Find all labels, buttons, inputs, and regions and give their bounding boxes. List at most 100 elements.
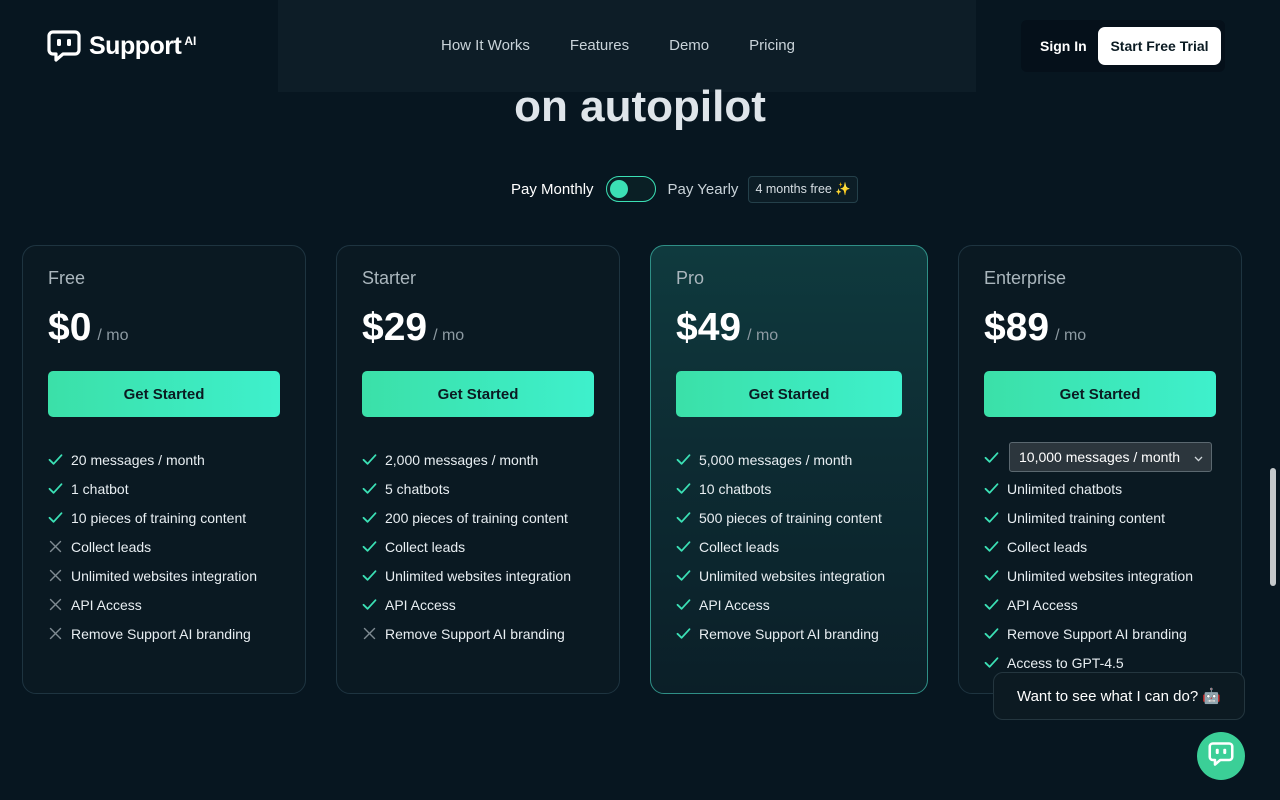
get-started-button-starter[interactable]: Get Started xyxy=(362,371,594,417)
check-icon xyxy=(676,510,691,525)
feature-item: Collect leads xyxy=(676,532,885,561)
check-icon xyxy=(362,539,377,554)
get-started-button-free[interactable]: Get Started xyxy=(48,371,280,417)
price-row: $29 / mo xyxy=(362,306,464,350)
nav-link-how-it-works[interactable]: How It Works xyxy=(441,37,530,54)
cross-icon xyxy=(48,539,63,554)
feature-item: 20 messages / month xyxy=(48,445,257,474)
feature-list: 2,000 messages / month 5 chatbots 200 piec… xyxy=(362,445,571,648)
feature-text: Unlimited training content xyxy=(1007,509,1165,526)
plan-card-free: Free $0 / mo Get Started 20 messages / m… xyxy=(22,245,306,694)
price-row: $49 / mo xyxy=(676,306,778,350)
cross-icon xyxy=(48,568,63,583)
plan-price: $0 xyxy=(48,306,92,349)
feature-list: 10,000 messages / month Unlimited chatbo… xyxy=(984,440,1213,677)
start-free-trial-button[interactable]: Start Free Trial xyxy=(1098,27,1221,65)
check-icon xyxy=(362,597,377,612)
check-icon xyxy=(676,452,691,467)
check-icon xyxy=(676,568,691,583)
page-scrollbar-thumb[interactable] xyxy=(1270,468,1276,586)
feature-text: 200 pieces of training content xyxy=(385,509,568,526)
cross-icon xyxy=(362,626,377,641)
feature-text: Remove Support AI branding xyxy=(1007,625,1187,642)
price-period: / mo xyxy=(1055,327,1087,344)
feature-item: Collect leads xyxy=(48,532,257,561)
feature-item: Remove Support AI branding xyxy=(984,619,1212,648)
feature-item: Collect leads xyxy=(984,532,1212,561)
feature-text: Unlimited chatbots xyxy=(1007,480,1123,497)
price-period: / mo xyxy=(97,327,129,344)
price-row: $89 / mo xyxy=(984,306,1086,350)
feature-text: Collect leads xyxy=(385,538,466,555)
price-period: / mo xyxy=(747,327,779,344)
feature-text: Remove Support AI branding xyxy=(699,625,879,642)
feature-text: Remove Support AI branding xyxy=(71,625,251,642)
feature-list: 5,000 messages / month 10 chatbots 500 pie… xyxy=(676,445,885,648)
plan-name: Free xyxy=(48,268,86,288)
chat-prompt-bubble[interactable]: Want to see what I can do? 🤖 xyxy=(993,672,1245,720)
message-volume-select[interactable]: 10,000 messages / month xyxy=(1009,442,1213,472)
feature-item: 5,000 messages / month xyxy=(676,445,885,474)
check-icon xyxy=(362,481,377,496)
feature-item: Remove Support AI branding xyxy=(362,619,571,648)
chat-prompt-text: Want to see what I can do? 🤖 xyxy=(1016,688,1222,705)
feature-item: Unlimited websites integration xyxy=(676,561,885,590)
feature-item: 10 pieces of training content xyxy=(48,503,257,532)
feature-item: 1 chatbot xyxy=(48,474,257,503)
chat-icon xyxy=(1208,741,1234,771)
check-icon xyxy=(362,510,377,525)
feature-item: Unlimited websites integration xyxy=(362,561,571,590)
feature-text: 5,000 messages / month xyxy=(699,451,853,468)
chevron-down-icon xyxy=(1194,449,1203,465)
feature-text: Unlimited websites integration xyxy=(71,567,257,584)
get-started-button-enterprise[interactable]: Get Started xyxy=(984,371,1216,417)
feature-text: 1 chatbot xyxy=(71,480,129,497)
feature-text: API Access xyxy=(385,596,456,613)
feature-text: Remove Support AI branding xyxy=(385,625,565,642)
get-started-button-pro[interactable]: Get Started xyxy=(676,371,902,417)
toggle-knob xyxy=(609,180,628,198)
feature-item: 10 chatbots xyxy=(676,474,885,503)
feature-text: Collect leads xyxy=(71,538,152,555)
check-icon xyxy=(984,568,999,583)
message-volume-value: 10,000 messages / month xyxy=(1019,449,1181,465)
feature-text: 2,000 messages / month xyxy=(385,451,539,468)
check-icon xyxy=(984,597,999,612)
pay-monthly-label[interactable]: Pay Monthly xyxy=(511,181,594,198)
yearly-discount-badge: 4 months free ✨ xyxy=(748,175,858,203)
nav-link-pricing[interactable]: Pricing xyxy=(749,37,795,54)
feature-text: API Access xyxy=(699,596,770,613)
plan-name: Pro xyxy=(676,268,705,288)
feature-item: Collect leads xyxy=(362,532,571,561)
plan-name: Enterprise xyxy=(984,268,1067,288)
billing-toggle-row: Pay Monthly Pay Yearly 4 months free ✨ xyxy=(511,175,858,203)
brand-logo[interactable]: Support AI xyxy=(47,30,196,62)
check-icon xyxy=(676,539,691,554)
check-icon xyxy=(984,655,999,670)
chat-launcher-button[interactable] xyxy=(1197,732,1245,780)
brand-name: Support xyxy=(89,31,182,60)
plan-card-pro: Pro $49 / mo Get Started 5,000 messages … xyxy=(650,245,928,694)
feature-text: Collect leads xyxy=(1007,538,1088,555)
nav-links: How It Works Features Demo Pricing xyxy=(441,37,795,54)
feature-item: Unlimited websites integration xyxy=(48,561,257,590)
nav-link-demo[interactable]: Demo xyxy=(669,37,709,54)
billing-period-toggle[interactable] xyxy=(605,176,656,202)
pay-yearly-label[interactable]: Pay Yearly xyxy=(668,181,739,198)
check-icon xyxy=(48,452,63,467)
price-row: $0 / mo xyxy=(48,306,129,350)
sign-in-link[interactable]: Sign In xyxy=(1040,38,1087,54)
check-icon xyxy=(984,481,999,496)
chat-bubble-logo-icon xyxy=(47,30,81,62)
plan-price: $29 xyxy=(362,306,428,349)
price-period: / mo xyxy=(433,327,465,344)
check-icon xyxy=(984,510,999,525)
nav-link-features[interactable]: Features xyxy=(570,37,629,54)
plan-price: $49 xyxy=(676,306,742,349)
feature-item: Unlimited chatbots xyxy=(984,474,1212,503)
feature-item: Remove Support AI branding xyxy=(676,619,885,648)
feature-item: 500 pieces of training content xyxy=(676,503,885,532)
feature-text: Collect leads xyxy=(699,538,780,555)
feature-text: API Access xyxy=(1007,596,1078,613)
feature-text: 10 pieces of training content xyxy=(71,509,247,526)
